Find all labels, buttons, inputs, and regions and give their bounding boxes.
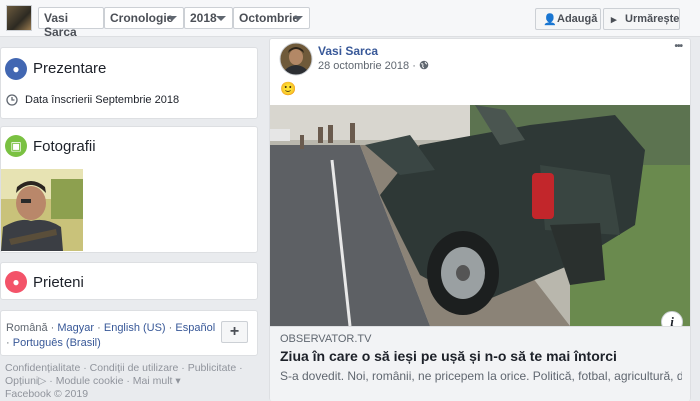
chevron-down-icon <box>216 16 226 21</box>
name-dropdown[interactable]: Vasi Sarca <box>38 7 104 39</box>
year-dropdown[interactable]: 2018 <box>184 7 233 29</box>
name-dropdown-label: Vasi Sarca <box>44 11 77 39</box>
post-emoji: 🙂 <box>280 81 297 96</box>
follow-button[interactable]: ▸ Urmărește <box>603 8 680 30</box>
section-dropdown-label: Cronologie <box>110 11 174 25</box>
month-dropdown[interactable]: Octombrie <box>233 7 310 29</box>
chevron-down-icon <box>293 16 303 21</box>
author-avatar[interactable] <box>279 42 313 76</box>
language-english[interactable]: English (US) <box>104 322 166 334</box>
languages-card: Română · Magyar · English (US) · Español… <box>0 310 258 356</box>
footer-privacy[interactable]: Confidențialitate <box>5 362 80 374</box>
footer-advertising[interactable]: Publicitate <box>188 362 236 374</box>
friends-card: ● Prieteni <box>0 262 258 300</box>
add-language-button[interactable]: + <box>221 321 248 343</box>
language-list: Română · Magyar · English (US) · Español… <box>6 322 216 349</box>
join-date: Data înscrierii Septembrie 2018 <box>25 94 180 106</box>
link-preview[interactable]: OBSERVATOR.TV Ziua în care o să ieși pe … <box>270 326 690 401</box>
intro-card: ● Prezentare Data înscrierii Septembrie … <box>0 47 258 119</box>
language-current: Română <box>6 322 48 334</box>
friends-icon: ● <box>5 271 27 293</box>
add-friend-button[interactable]: 👤 Adaugă <box>535 8 601 30</box>
footer-cookies[interactable]: Module cookie <box>56 375 124 387</box>
timeline-nav-bar: Vasi Sarca Cronologie 2018 Octombrie 👤 A… <box>0 0 700 39</box>
photo-icon: ▣ <box>5 135 27 157</box>
footer-copyright: Facebook © 2019 <box>5 388 89 400</box>
add-friend-label: Adaugă <box>557 13 598 25</box>
section-dropdown[interactable]: Cronologie <box>104 7 184 29</box>
globe-icon <box>419 60 429 70</box>
footer-terms[interactable]: Condiții de utilizare <box>90 362 179 374</box>
intro-title: Prezentare <box>33 60 107 77</box>
link-preview-image[interactable] <box>270 105 690 326</box>
profile-avatar[interactable] <box>6 5 32 31</box>
language-magyar[interactable]: Magyar <box>57 322 94 334</box>
add-friend-icon: 👤 <box>543 14 557 26</box>
post-options-icon[interactable]: ••• <box>674 41 682 52</box>
footer-more[interactable]: Mai mult <box>133 375 173 387</box>
timeline-post: Vasi Sarca 28 octombrie 2018 · ••• 🙂 i O… <box>269 38 691 401</box>
globe-icon: ● <box>5 58 27 80</box>
ad-choices-icon: ▷ <box>38 375 47 387</box>
month-dropdown-label: Octombrie <box>239 11 300 25</box>
language-portugues[interactable]: Português (Brasil) <box>13 337 101 349</box>
year-dropdown-label: 2018 <box>190 11 217 25</box>
clock-icon <box>6 94 18 106</box>
link-domain: OBSERVATOR.TV <box>280 333 372 345</box>
link-description: S-a dovedit. Noi, românii, ne pricepem l… <box>280 369 682 383</box>
chevron-down-icon <box>167 16 177 21</box>
post-date-text[interactable]: 28 octombrie 2018 <box>318 60 409 72</box>
friends-title[interactable]: Prieteni <box>33 274 84 291</box>
footer-ad-choices[interactable]: Opțiuni <box>5 375 38 387</box>
language-espanol[interactable]: Español <box>175 322 215 334</box>
follow-icon: ▸ <box>611 14 617 26</box>
post-author-name[interactable]: Vasi Sarca <box>318 44 378 58</box>
link-title[interactable]: Ziua în care o să ieși pe ușă și n-o să … <box>280 348 617 364</box>
chevron-down-icon: ▾ <box>172 375 181 387</box>
post-date: 28 octombrie 2018 · <box>318 60 429 72</box>
plus-icon: + <box>229 323 240 340</box>
photo-thumbnail[interactable] <box>1 169 83 251</box>
footer-links: Confidențialitate · Condiții de utilizar… <box>5 362 255 401</box>
photos-title[interactable]: Fotografii <box>33 138 96 155</box>
photos-card: ▣ Fotografii <box>0 126 258 253</box>
follow-label: Urmărește <box>625 13 680 25</box>
